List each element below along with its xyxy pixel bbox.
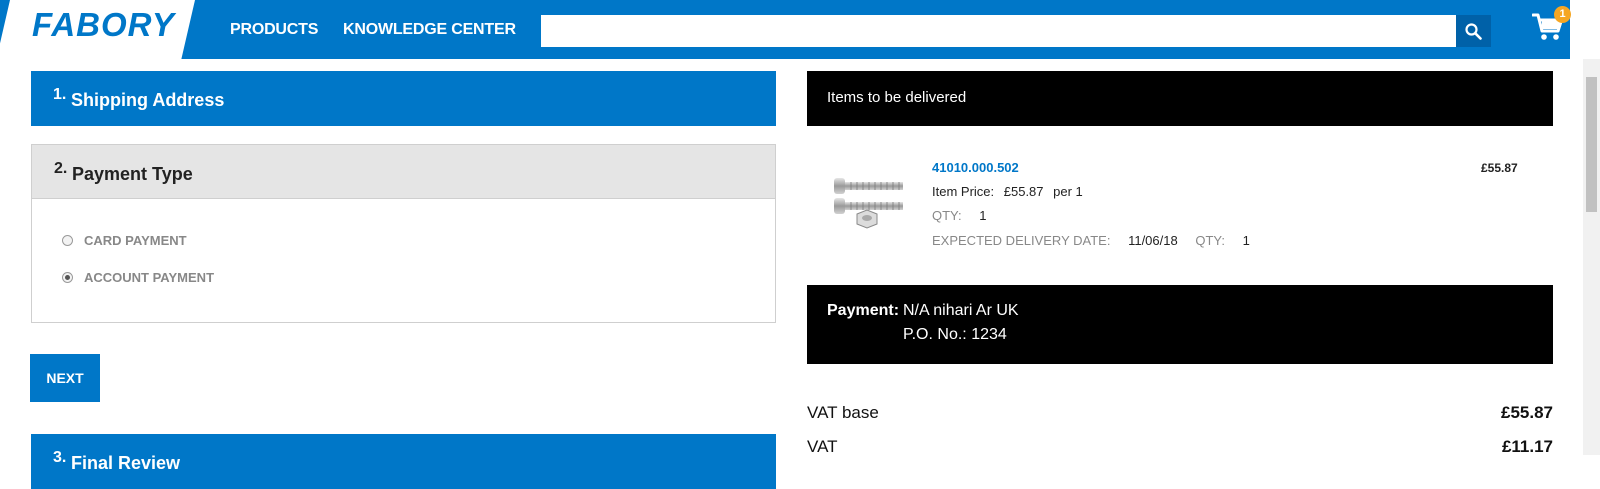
product-sku-link[interactable]: 41010.000.502 bbox=[932, 160, 1019, 175]
qty-row: QTY: 1 bbox=[932, 208, 986, 223]
step-number: 3. bbox=[53, 449, 67, 466]
scrollbar-thumb[interactable] bbox=[1586, 77, 1597, 212]
search-icon bbox=[1465, 22, 1482, 40]
delivery-qty-label: QTY: bbox=[1195, 233, 1225, 248]
payment-label: Payment: bbox=[827, 302, 900, 319]
delivery-date-label: EXPECTED DELIVERY DATE: bbox=[932, 233, 1111, 248]
delivery-qty-value: 1 bbox=[1242, 233, 1250, 248]
card-payment-label: CARD PAYMENT bbox=[84, 233, 187, 248]
vat-label: VAT bbox=[807, 437, 838, 456]
card-payment-option[interactable]: CARD PAYMENT bbox=[62, 233, 187, 248]
account-payment-label: ACCOUNT PAYMENT bbox=[84, 270, 215, 285]
payment-options-panel: CARD PAYMENT ACCOUNT PAYMENT bbox=[31, 199, 776, 323]
qty-label: QTY: bbox=[932, 208, 962, 223]
item-price-value: £55.87 bbox=[1003, 184, 1044, 199]
payment-value: N/A nihari Ar UK bbox=[903, 302, 1019, 319]
payment-summary: Payment: N/A nihari Ar UK P.O. No.: 1234 bbox=[807, 285, 1553, 364]
site-header: FABORY PRODUCTS KNOWLEDGE CENTER 1 bbox=[0, 0, 1571, 59]
item-total-price: £55.87 bbox=[1481, 161, 1518, 175]
po-label: P.O. No.: bbox=[903, 326, 967, 343]
step-title: Payment Type bbox=[72, 164, 193, 184]
vat-base-value: £55.87 bbox=[1501, 403, 1553, 422]
search-input[interactable] bbox=[541, 15, 1456, 47]
po-value: 1234 bbox=[971, 326, 1007, 343]
delivery-date-value: 11/06/18 bbox=[1128, 233, 1178, 248]
step-shipping-address[interactable]: 1. Shipping Address bbox=[31, 71, 776, 126]
account-payment-radio[interactable] bbox=[62, 272, 73, 283]
step-title: Final Review bbox=[71, 453, 181, 473]
site-logo[interactable]: FABORY bbox=[32, 6, 175, 44]
next-button[interactable]: NEXT bbox=[30, 354, 100, 402]
item-price-label: Item Price: bbox=[932, 184, 995, 199]
vat-base-label: VAT base bbox=[807, 403, 879, 422]
account-payment-option[interactable]: ACCOUNT PAYMENT bbox=[62, 270, 214, 285]
nav-products[interactable]: PRODUCTS bbox=[230, 21, 318, 39]
step-title: Shipping Address bbox=[71, 90, 225, 110]
nav-knowledge-center[interactable]: KNOWLEDGE CENTER bbox=[343, 21, 516, 39]
page-scrollbar[interactable] bbox=[1583, 59, 1600, 455]
delivery-row: EXPECTED DELIVERY DATE: 11/06/18 QTY: 1 bbox=[932, 233, 1250, 248]
cart-count-badge: 1 bbox=[1554, 6, 1571, 23]
card-payment-radio[interactable] bbox=[62, 235, 73, 246]
step-final-review: 3. Final Review bbox=[31, 434, 776, 489]
step-payment-type: 2. Payment Type bbox=[31, 144, 776, 199]
product-bolt-image[interactable] bbox=[831, 176, 906, 234]
search-button[interactable] bbox=[1456, 15, 1491, 47]
item-price-unit: per 1 bbox=[1053, 184, 1083, 199]
step-number: 1. bbox=[53, 86, 67, 103]
step-number: 2. bbox=[54, 160, 68, 177]
cart-button[interactable]: 1 bbox=[1531, 6, 1571, 46]
vat-value: £11.17 bbox=[1501, 437, 1553, 456]
po-number: P.O. No.: 1234 bbox=[903, 326, 1007, 344]
items-header: Items to be delivered bbox=[807, 71, 1553, 126]
item-price-row: Item Price: £55.87 per 1 bbox=[932, 184, 1083, 199]
qty-value: 1 bbox=[979, 208, 987, 223]
items-title: Items to be delivered bbox=[827, 89, 967, 106]
